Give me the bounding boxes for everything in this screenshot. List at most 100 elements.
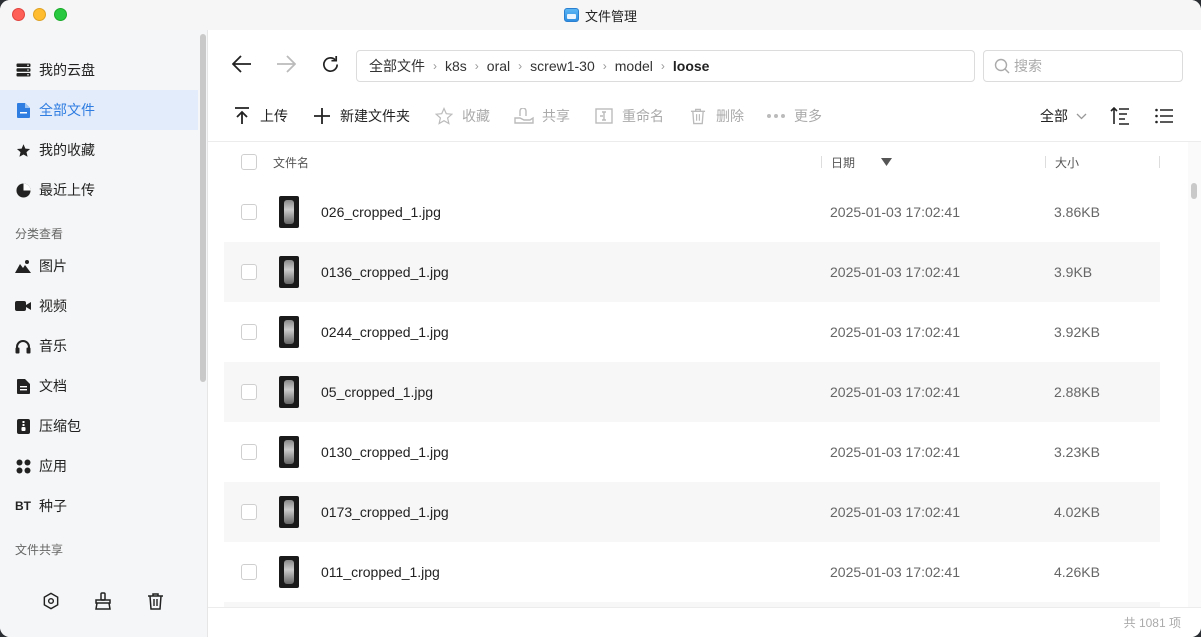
settings-hex-icon[interactable] xyxy=(40,590,62,612)
file-name[interactable]: 0136_cropped_1.jpg xyxy=(321,264,449,280)
sidebar-item-torrents[interactable]: BT 种子 xyxy=(0,486,198,526)
row-checkbox[interactable] xyxy=(241,264,257,280)
row-checkbox[interactable] xyxy=(241,564,257,580)
column-header-date[interactable]: 日期 xyxy=(831,154,893,171)
bt-icon: BT xyxy=(15,499,31,513)
table-row[interactable]: 0136_cropped_1.jpg 2025-01-03 17:02:41 3… xyxy=(224,242,1160,302)
file-size: 3.92KB xyxy=(1054,324,1100,340)
video-icon xyxy=(15,298,31,314)
storage-icon xyxy=(15,62,31,78)
file-date: 2025-01-03 17:02:41 xyxy=(830,264,960,280)
select-all-checkbox[interactable] xyxy=(241,154,257,170)
category-section-label: 分类查看 xyxy=(15,227,64,241)
sidebar-item-my-cloud[interactable]: 我的云盘 xyxy=(0,50,198,90)
image-thumbnail xyxy=(279,556,299,588)
column-divider[interactable] xyxy=(1045,156,1046,168)
chevron-right-icon: › xyxy=(660,59,665,73)
share-label: 共享 xyxy=(542,108,570,124)
filter-dropdown[interactable]: 全部 xyxy=(1040,106,1087,126)
new-folder-button[interactable]: 新建文件夹 xyxy=(312,104,410,128)
breadcrumb-current[interactable]: loose xyxy=(673,58,710,74)
sidebar-item-recent-uploads[interactable]: 最近上传 xyxy=(0,170,198,210)
file-name[interactable]: 0173_cropped_1.jpg xyxy=(321,504,449,520)
file-name[interactable]: 05_cropped_1.jpg xyxy=(321,384,433,400)
sort-icon xyxy=(1110,106,1130,126)
table-row[interactable]: 011_cropped_1.jpg 2025-01-03 17:02:41 4.… xyxy=(224,542,1160,602)
search-input[interactable]: 搜索 xyxy=(983,50,1183,82)
sidebar-item-images[interactable]: 图片 xyxy=(0,246,198,286)
sidebar-item-label: 全部文件 xyxy=(39,102,95,118)
close-window-button[interactable] xyxy=(12,8,25,21)
rename-button[interactable]: 重命名 xyxy=(594,104,664,128)
sidebar-item-music[interactable]: 音乐 xyxy=(0,326,198,366)
sidebar-item-favorites[interactable]: 我的收藏 xyxy=(0,130,198,170)
refresh-button[interactable] xyxy=(318,52,342,76)
minimize-window-button[interactable] xyxy=(33,8,46,21)
row-checkbox[interactable] xyxy=(241,204,257,220)
filter-value: 全部 xyxy=(1040,108,1068,124)
maximize-window-button[interactable] xyxy=(54,8,67,21)
headphones-icon xyxy=(15,338,31,354)
breadcrumb-item[interactable]: oral xyxy=(487,58,510,74)
file-size: 4.02KB xyxy=(1054,504,1100,520)
sidebar-item-label: 压缩包 xyxy=(39,418,81,434)
list-view-button[interactable] xyxy=(1154,104,1174,128)
window-controls xyxy=(12,8,67,21)
column-header-size[interactable]: 大小 xyxy=(1055,154,1079,171)
file-name[interactable]: 011_cropped_1.jpg xyxy=(321,564,440,580)
table-row[interactable]: 0130_cropped_1.jpg 2025-01-03 17:02:41 3… xyxy=(224,422,1160,482)
back-button[interactable] xyxy=(230,52,254,76)
trash-outline-icon xyxy=(688,106,708,126)
sidebar-item-archives[interactable]: 压缩包 xyxy=(0,406,198,446)
table-row[interactable]: 026_cropped_1.jpg 2025-01-03 17:02:41 3.… xyxy=(224,182,1160,242)
trash-icon[interactable] xyxy=(144,590,166,612)
navigation-toolbar: 全部文件 › k8s › oral › screw1-30 › model › … xyxy=(208,30,1201,100)
forward-button[interactable] xyxy=(274,52,298,76)
breadcrumb-item[interactable]: k8s xyxy=(445,58,467,74)
breadcrumb-item[interactable]: screw1-30 xyxy=(530,58,595,74)
file-size: 4.26KB xyxy=(1054,564,1100,580)
sidebar-item-apps[interactable]: 应用 xyxy=(0,446,198,486)
row-checkbox[interactable] xyxy=(241,444,257,460)
chevron-down-icon xyxy=(1076,113,1087,119)
sidebar-item-all-files[interactable]: 全部文件 xyxy=(0,90,198,130)
image-thumbnail xyxy=(279,436,299,468)
star-icon xyxy=(15,142,31,158)
delete-button[interactable]: 删除 xyxy=(688,104,744,128)
file-size: 3.9KB xyxy=(1054,264,1093,280)
more-button[interactable]: 更多 xyxy=(766,104,822,128)
sidebar-item-videos[interactable]: 视频 xyxy=(0,286,198,326)
row-checkbox[interactable] xyxy=(241,324,257,340)
sidebar-item-documents[interactable]: 文档 xyxy=(0,366,198,406)
sort-button[interactable] xyxy=(1110,104,1130,128)
column-divider[interactable] xyxy=(821,156,822,168)
title-bar: 文件管理 xyxy=(0,0,1201,30)
file-manager-window: 文件管理 我的云盘 全部文件 我的收藏 最近上传 分类查看 图片 视频 音乐 文… xyxy=(0,0,1201,637)
file-name[interactable]: 0130_cropped_1.jpg xyxy=(321,444,449,460)
clean-brush-icon[interactable] xyxy=(92,590,114,612)
table-row[interactable]: 0173_cropped_1.jpg 2025-01-03 17:02:41 4… xyxy=(224,482,1160,542)
file-list-scrollbar[interactable] xyxy=(1191,183,1197,199)
table-row[interactable]: 0244_cropped_1.jpg 2025-01-03 17:02:41 3… xyxy=(224,302,1160,362)
file-date: 2025-01-03 17:02:41 xyxy=(830,564,960,580)
upload-button[interactable]: 上传 xyxy=(232,104,288,128)
breadcrumb-item[interactable]: 全部文件 xyxy=(369,56,425,76)
image-thumbnail xyxy=(279,376,299,408)
file-name[interactable]: 0244_cropped_1.jpg xyxy=(321,324,449,340)
row-checkbox[interactable] xyxy=(241,384,257,400)
favorite-button[interactable]: 收藏 xyxy=(434,104,490,128)
sidebar-scrollbar[interactable] xyxy=(200,34,206,382)
column-header-name[interactable]: 文件名 xyxy=(273,154,309,171)
row-checkbox[interactable] xyxy=(241,504,257,520)
breadcrumb-item[interactable]: model xyxy=(615,58,653,74)
file-list-scroll-track xyxy=(1188,142,1201,607)
file-name[interactable]: 026_cropped_1.jpg xyxy=(321,204,441,220)
sidebar-item-label: 种子 xyxy=(39,498,67,514)
image-thumbnail xyxy=(279,316,299,348)
file-size: 3.86KB xyxy=(1054,204,1100,220)
sidebar-bottom-tools xyxy=(40,590,166,612)
column-divider[interactable] xyxy=(1159,156,1160,168)
table-row[interactable]: 05_cropped_1.jpg 2025-01-03 17:02:41 2.8… xyxy=(224,362,1160,422)
favorite-label: 收藏 xyxy=(462,108,490,124)
share-button[interactable]: 共享 xyxy=(514,104,570,128)
